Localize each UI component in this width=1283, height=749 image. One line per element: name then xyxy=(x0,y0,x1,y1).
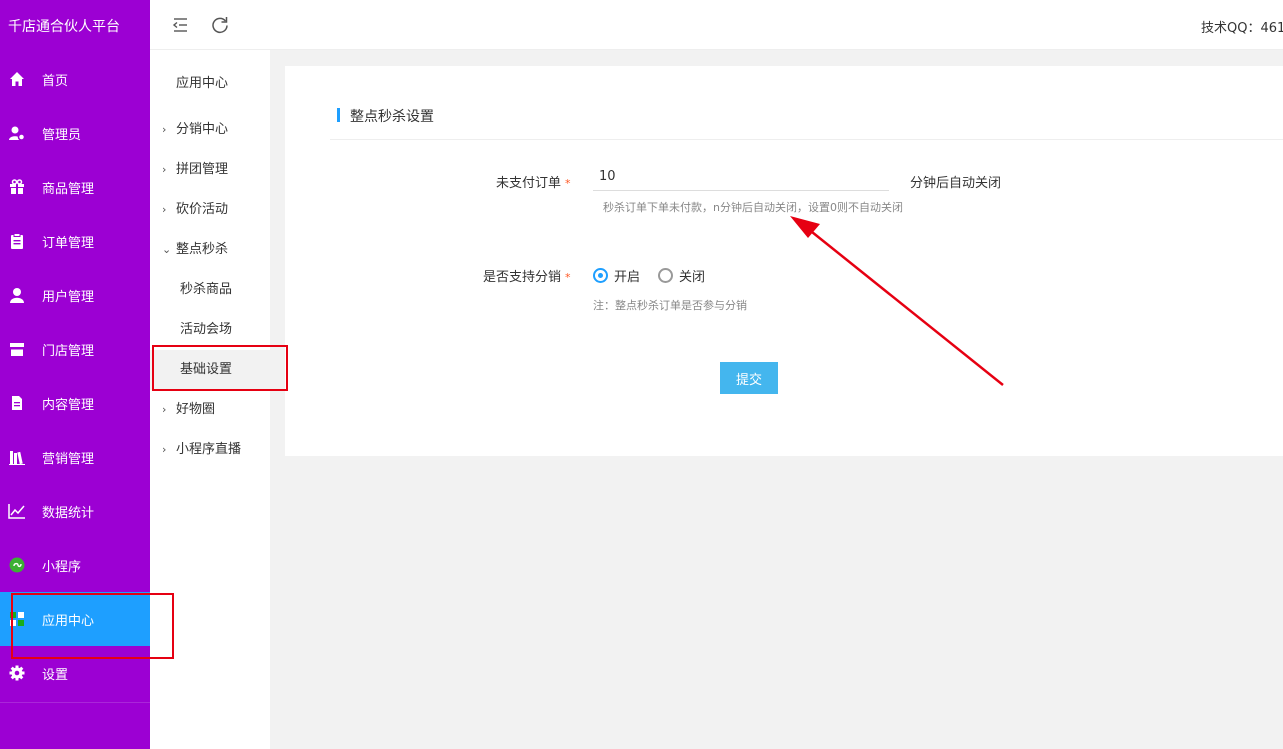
submenu-item-flash-sale[interactable]: ⌄ 整点秒杀 xyxy=(150,230,270,270)
submenu-item-live-stream[interactable]: › 小程序直播 xyxy=(150,430,270,470)
unpaid-minutes-input[interactable] xyxy=(593,163,889,191)
admin-icon xyxy=(8,124,26,142)
chevron-right-icon: › xyxy=(162,163,167,176)
required-mark: * xyxy=(565,177,571,190)
distribution-hint: 注：整点秒杀订单是否参与分销 xyxy=(593,299,747,312)
sidebar-item-products[interactable]: 商品管理 xyxy=(0,160,150,214)
unpaid-order-hint: 秒杀订单下单未付款，n分钟后自动关闭，设置0则不自动关闭 xyxy=(603,201,903,214)
document-icon xyxy=(8,394,26,412)
chevron-right-icon: › xyxy=(162,123,167,136)
sidebar-item-label: 内容管理 xyxy=(42,397,95,413)
submenu-item-group-buy[interactable]: › 拼团管理 xyxy=(150,150,270,190)
sidebar-item-marketing[interactable]: 营销管理 xyxy=(0,430,150,484)
sidebar-item-label: 设置 xyxy=(42,667,69,683)
sidebar-item-label: 商品管理 xyxy=(42,181,95,197)
apps-icon xyxy=(8,610,26,628)
gift-icon xyxy=(8,178,26,196)
user-icon xyxy=(8,286,26,304)
collapse-menu-icon[interactable] xyxy=(170,14,192,36)
sidebar-item-label: 管理员 xyxy=(42,127,82,143)
submenu-item-label: 秒杀商品 xyxy=(180,282,233,297)
card-title: 整点秒杀设置 xyxy=(350,109,434,125)
sidebar-item-label: 订单管理 xyxy=(42,235,95,251)
radio-unchecked-icon xyxy=(658,268,673,283)
sidebar-item-stores[interactable]: 门店管理 xyxy=(0,322,150,376)
chevron-right-icon: › xyxy=(162,403,167,416)
title-divider xyxy=(330,139,1283,140)
sidebar-item-label: 营销管理 xyxy=(42,451,95,467)
submenu-item-label: 活动会场 xyxy=(180,322,233,337)
home-icon xyxy=(8,70,26,88)
submenu-item-basic-settings[interactable]: 基础设置 xyxy=(150,350,270,390)
radio-label: 关闭 xyxy=(679,270,706,285)
submenu-item-distribution[interactable]: › 分销中心 xyxy=(150,110,270,150)
submenu-item-label: 基础设置 xyxy=(180,362,233,377)
sidebar-item-stats[interactable]: 数据统计 xyxy=(0,484,150,538)
settings-card: 整点秒杀设置 未支付订单* 分钟后自动关闭 秒杀订单下单未付款，n分钟后自动关闭… xyxy=(285,66,1283,456)
submenu-item-label: 小程序直播 xyxy=(176,442,242,457)
chevron-right-icon: › xyxy=(162,203,167,216)
sidebar-item-miniprogram[interactable]: 小程序 xyxy=(0,538,150,592)
submenu-item-bargain[interactable]: › 砍价活动 xyxy=(150,190,270,230)
distribution-on-radio[interactable]: 开启 xyxy=(593,266,640,285)
distribution-label: 是否支持分销 * xyxy=(483,266,571,285)
sidebar-item-label: 小程序 xyxy=(42,559,82,575)
sidebar-item-users[interactable]: 用户管理 xyxy=(0,268,150,322)
books-icon xyxy=(8,448,26,466)
chevron-right-icon: › xyxy=(162,443,167,456)
sidebar-item-app-center[interactable]: 应用中心 xyxy=(0,592,150,646)
store-icon xyxy=(8,340,26,358)
distribution-off-radio[interactable]: 关闭 xyxy=(658,266,705,285)
radio-checked-icon xyxy=(593,268,608,283)
submenu-item-label: 整点秒杀 xyxy=(176,242,229,257)
submenu-item-label: 砍价活动 xyxy=(176,202,229,217)
top-bar: 技术QQ：461 xyxy=(150,0,1283,50)
sidebar-item-label: 用户管理 xyxy=(42,289,95,305)
sidebar-item-admin[interactable]: 管理员 xyxy=(0,106,150,160)
sidebar-item-label: 应用中心 xyxy=(42,613,95,629)
chevron-down-icon: ⌄ xyxy=(162,243,172,256)
sidebar-item-label: 门店管理 xyxy=(42,343,95,359)
title-accent-bar xyxy=(337,108,340,122)
sidebar-divider xyxy=(0,702,150,703)
sidebar-item-settings[interactable]: 设置 xyxy=(0,646,150,700)
unpaid-order-label: 未支付订单 * xyxy=(496,172,571,191)
tech-qq-label: 技术QQ：461 xyxy=(1201,21,1283,36)
sidebar-item-label: 首页 xyxy=(42,73,69,89)
submenu-item-flash-sale-products[interactable]: 秒杀商品 xyxy=(150,270,270,310)
submenu-item-label: 好物圈 xyxy=(176,402,216,417)
clipboard-icon xyxy=(8,232,26,250)
unpaid-minutes-suffix: 分钟后自动关闭 xyxy=(910,176,1002,191)
app-center-submenu: 应用中心 › 分销中心 › 拼团管理 › 砍价活动 ⌄ 整点秒杀 秒杀商品 活动会场 基… xyxy=(150,50,270,749)
distribution-label-text: 是否支持分销 xyxy=(483,270,562,285)
submenu-item-label: 拼团管理 xyxy=(176,162,229,177)
miniprogram-icon xyxy=(8,556,26,574)
sidebar-item-label: 数据统计 xyxy=(42,505,95,521)
radio-label: 开启 xyxy=(614,270,641,285)
line-chart-icon xyxy=(8,502,26,520)
sidebar-item-home[interactable]: 首页 xyxy=(0,52,150,106)
refresh-icon[interactable] xyxy=(209,14,231,36)
submenu-item-good-circle[interactable]: › 好物圈 xyxy=(150,390,270,430)
app-title: 千店通合伙人平台 xyxy=(8,19,120,35)
gear-icon xyxy=(8,664,26,682)
sidebar-item-content[interactable]: 内容管理 xyxy=(0,376,150,430)
submit-button[interactable]: 提交 xyxy=(720,362,778,394)
unpaid-order-label-text: 未支付订单 xyxy=(496,176,562,191)
submenu-title: 应用中心 xyxy=(176,76,229,91)
submenu-item-event-venue[interactable]: 活动会场 xyxy=(150,310,270,350)
main-sidebar: 千店通合伙人平台 首页 管理员 商品管理 订单管理 用户管理 门店管理 内容管理… xyxy=(0,0,150,749)
sidebar-item-orders[interactable]: 订单管理 xyxy=(0,214,150,268)
submenu-item-label: 分销中心 xyxy=(176,122,229,137)
required-mark: * xyxy=(565,271,571,284)
